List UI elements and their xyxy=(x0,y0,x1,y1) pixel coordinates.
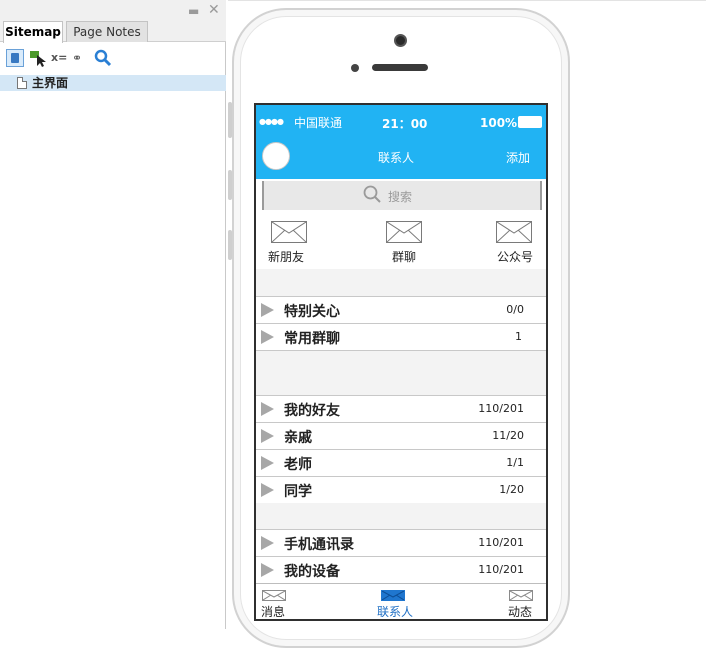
section-spacer xyxy=(256,269,546,296)
expand-arrow-icon xyxy=(261,429,274,443)
search-icon xyxy=(363,185,381,203)
envelope-icon xyxy=(496,221,532,243)
search-placeholder: 搜索 xyxy=(388,190,413,204)
group-name: 亲戚 xyxy=(284,430,312,446)
group-count: 1 xyxy=(515,330,522,343)
envelope-icon xyxy=(271,221,307,243)
app-header: ●●●● 中国联通 21：00 100% 联系人 添加 xyxy=(256,105,546,179)
camera-icon xyxy=(394,34,407,47)
quick-entry-new-friends[interactable]: 新朋友 xyxy=(268,221,328,269)
expand-arrow-icon xyxy=(261,402,274,416)
search-icon[interactable] xyxy=(94,49,112,67)
sitemap-panel: Sitemap Page Notes ▬ ✕ x= ⚭ 主界面 xyxy=(0,0,226,629)
group-row-teachers[interactable]: 老师 1/1 xyxy=(256,449,546,476)
close-icon[interactable]: ✕ xyxy=(208,3,220,17)
group-count: 110/201 xyxy=(478,402,524,415)
sitemap-toolbar: x= ⚭ xyxy=(0,43,226,73)
group-row-phone-contacts[interactable]: 手机通讯录 110/201 xyxy=(256,529,546,556)
expand-arrow-icon xyxy=(261,456,274,470)
envelope-icon xyxy=(386,221,422,243)
variables-button[interactable]: x= xyxy=(51,49,69,67)
tree-item-label: 主界面 xyxy=(32,76,69,90)
battery-icon xyxy=(518,116,542,128)
group-row-frequent-groups[interactable]: 常用群聊 1 xyxy=(256,323,546,351)
group-row-my-devices[interactable]: 我的设备 110/201 xyxy=(256,556,546,583)
bottom-tab-bar: 消息 联系人 动态 xyxy=(256,583,546,619)
tab-messages[interactable]: 消息 xyxy=(256,586,316,619)
group-row-relatives[interactable]: 亲戚 11/20 xyxy=(256,422,546,449)
group-row-classmates[interactable]: 同学 1/20 xyxy=(256,476,546,503)
group-count: 0/0 xyxy=(506,303,524,316)
group-count: 11/20 xyxy=(492,429,524,442)
group-name: 我的设备 xyxy=(284,564,340,580)
link-icon[interactable]: ⚭ xyxy=(72,49,90,67)
add-page-icon[interactable] xyxy=(6,49,24,67)
tree-item-main-page[interactable]: 主界面 xyxy=(0,75,226,91)
quick-entry-label: 公众号 xyxy=(496,250,533,264)
carrier-label: 中国联通 xyxy=(294,116,343,130)
envelope-icon xyxy=(509,590,533,601)
add-contact-button[interactable]: 添加 xyxy=(506,149,530,166)
status-time: 21：00 xyxy=(382,117,428,131)
tab-moments[interactable]: 动态 xyxy=(506,586,546,619)
group-count: 1/20 xyxy=(499,483,524,496)
expand-arrow-icon xyxy=(261,536,274,550)
minimize-icon[interactable]: ▬ xyxy=(188,5,199,17)
group-name: 老师 xyxy=(284,457,312,473)
group-count: 110/201 xyxy=(478,563,524,576)
section-spacer xyxy=(256,351,546,395)
page-title: 联系人 xyxy=(377,151,414,165)
quick-entry-label: 群聊 xyxy=(391,250,416,264)
envelope-icon xyxy=(262,590,286,601)
search-input[interactable]: 搜索 xyxy=(262,181,542,210)
group-row-my-friends[interactable]: 我的好友 110/201 xyxy=(256,395,546,422)
tab-label: 消息 xyxy=(261,605,286,619)
expand-arrow-icon xyxy=(261,303,274,317)
quick-entry-group-chat[interactable]: 群聊 xyxy=(371,221,431,269)
expand-arrow-icon xyxy=(261,563,274,577)
battery-percent: 100% xyxy=(480,116,518,130)
tab-label: 动态 xyxy=(508,605,533,619)
expand-arrow-icon xyxy=(261,483,274,497)
group-name: 手机通讯录 xyxy=(284,537,354,553)
panel-header: Sitemap Page Notes ▬ ✕ xyxy=(0,0,226,43)
group-name: 我的好友 xyxy=(284,403,340,419)
envelope-icon xyxy=(381,590,405,601)
group-name: 特别关心 xyxy=(284,304,340,320)
group-row-special-care[interactable]: 特别关心 0/0 xyxy=(256,296,546,323)
section-spacer xyxy=(256,503,546,529)
signal-icon: ●●●● xyxy=(259,117,284,126)
expand-arrow-icon xyxy=(261,330,274,344)
page-icon xyxy=(17,77,27,89)
tab-sitemap[interactable]: Sitemap xyxy=(3,21,63,43)
speaker-grille xyxy=(372,64,428,71)
phone-side-button xyxy=(228,102,232,138)
quick-entry-official-accounts[interactable]: 公众号 xyxy=(482,221,542,269)
phone-side-button xyxy=(228,230,232,260)
cursor-page-icon[interactable] xyxy=(29,49,47,67)
group-name: 常用群聊 xyxy=(284,331,340,347)
tab-page-notes[interactable]: Page Notes xyxy=(66,21,148,42)
group-name: 同学 xyxy=(284,484,312,500)
quick-entry-label: 新朋友 xyxy=(268,250,305,264)
phone-screen: ●●●● 中国联通 21：00 100% 联系人 添加 搜索 新朋友 群聊 公众… xyxy=(254,103,548,621)
tab-contacts[interactable]: 联系人 xyxy=(371,586,431,619)
group-count: 110/201 xyxy=(478,536,524,549)
sensor-dot xyxy=(351,64,359,72)
phone-side-button xyxy=(228,170,232,200)
group-count: 1/1 xyxy=(506,456,524,469)
tab-label: 联系人 xyxy=(377,605,414,619)
